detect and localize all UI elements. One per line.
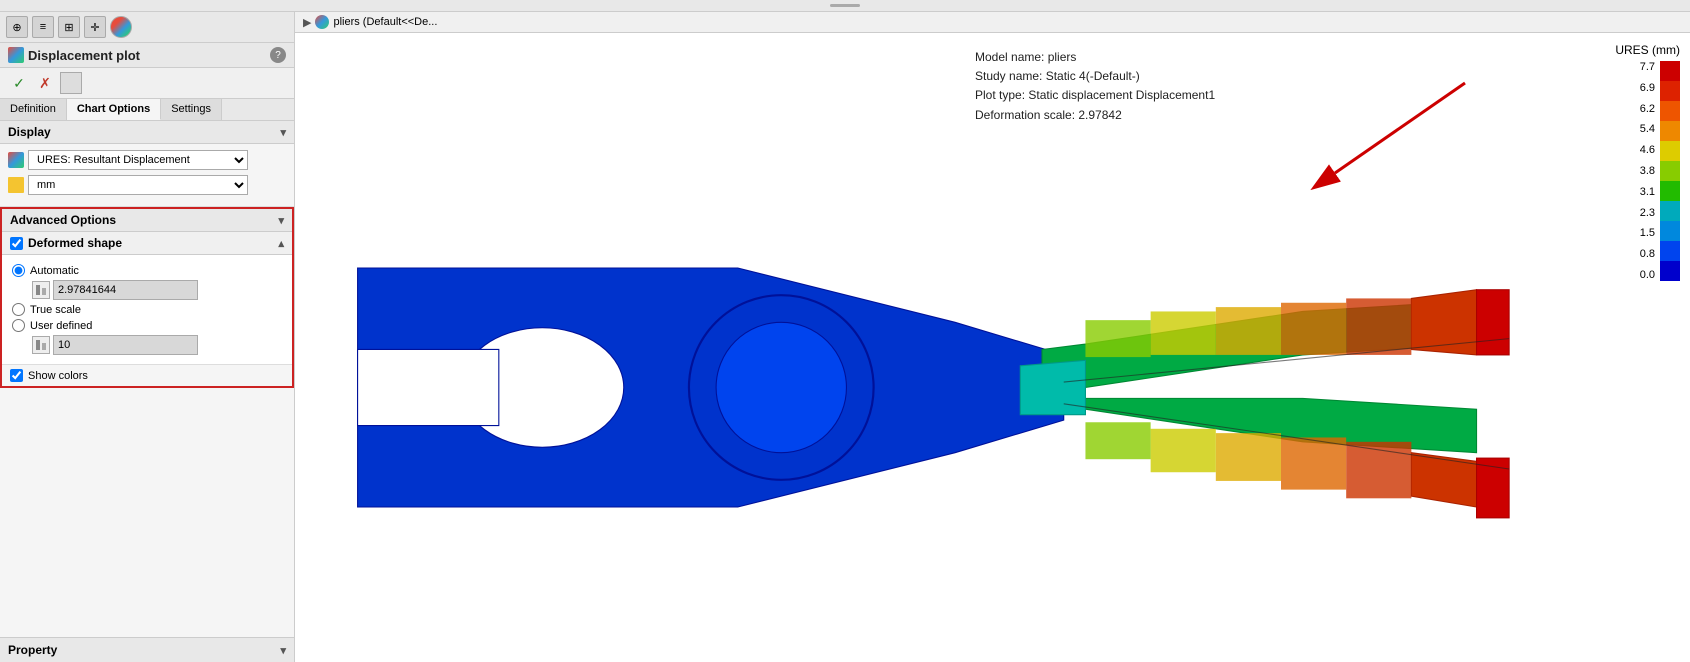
toolbar-btn-1[interactable]: ⊕ (6, 16, 28, 38)
user-defined-radio[interactable] (12, 319, 25, 332)
advanced-options-header[interactable]: Advanced Options ▾ (2, 209, 292, 232)
display-collapse-icon: ▾ (280, 126, 286, 139)
left-panel: ⊕ ≡ ⊞ ✛ Displacement plot ? ✓ ✗ Definiti… (0, 12, 295, 662)
auto-value-input[interactable] (53, 280, 198, 300)
true-scale-radio-row: True scale (12, 303, 282, 316)
display-dropdown2-icon (8, 177, 24, 193)
display-label: Display (8, 125, 51, 139)
study-name: Study name: Static 4(-Default-) (975, 67, 1215, 86)
toolbar-btn-2[interactable]: ≡ (32, 16, 54, 38)
display-type-select[interactable]: URES: Resultant Displacement (28, 150, 248, 170)
toolbar: ⊕ ≡ ⊞ ✛ (0, 12, 294, 43)
breadcrumb-icon (315, 15, 329, 29)
user-value-row (32, 335, 282, 355)
tab-chart-options[interactable]: Chart Options (67, 99, 161, 120)
plot-type: Plot type: Static displacement Displacem… (975, 86, 1215, 105)
help-button[interactable]: ? (270, 47, 286, 63)
panel-title-text: Displacement plot (28, 48, 140, 63)
deformed-shape-header: Deformed shape ▴ (2, 232, 292, 255)
property-section[interactable]: Property ▾ (0, 637, 294, 662)
toolbar-btn-5[interactable] (110, 16, 132, 38)
deformed-shape-checkbox[interactable] (10, 237, 23, 250)
breadcrumb-arrow: ▶ (303, 16, 311, 29)
auto-value-icon (32, 281, 50, 299)
tab-definition[interactable]: Definition (0, 99, 67, 120)
display-dropdown1-row: URES: Resultant Displacement (8, 150, 286, 170)
panel-icon (8, 47, 24, 63)
panel-title: Displacement plot (8, 47, 140, 63)
extra-button[interactable] (60, 72, 82, 94)
show-colors-row: Show colors (2, 364, 292, 386)
automatic-radio-row: Automatic (12, 264, 282, 277)
action-row: ✓ ✗ (0, 68, 294, 99)
automatic-label: Automatic (30, 265, 79, 277)
user-defined-label: User defined (30, 320, 92, 332)
top-handle (0, 0, 1690, 12)
property-label: Property (8, 643, 57, 657)
breadcrumb-text: pliers (Default<<De... (333, 16, 437, 28)
display-section-header[interactable]: Display ▾ (0, 121, 294, 144)
breadcrumb-bar: ▶ pliers (Default<<De... (295, 12, 1690, 33)
advanced-section: Advanced Options ▾ Deformed shape ▴ Aut (0, 207, 294, 388)
cancel-button[interactable]: ✗ (34, 72, 56, 94)
toolbar-btn-4[interactable]: ✛ (84, 16, 106, 38)
advanced-collapse-icon: ▾ (278, 214, 284, 227)
show-colors-label: Show colors (28, 370, 88, 382)
advanced-options-label: Advanced Options (10, 213, 116, 227)
fea-visualization (325, 143, 1520, 632)
user-value-icon (32, 336, 50, 354)
show-colors-checkbox[interactable] (10, 369, 23, 382)
deformed-content: Automatic True scale (2, 255, 292, 364)
display-unit-select[interactable]: mm in (28, 175, 248, 195)
true-scale-radio[interactable] (12, 303, 25, 316)
automatic-radio[interactable] (12, 264, 25, 277)
user-value-input[interactable] (53, 335, 198, 355)
tabs-row: Definition Chart Options Settings (0, 99, 294, 121)
deformed-shape-label: Deformed shape (28, 236, 122, 250)
toolbar-btn-3[interactable]: ⊞ (58, 16, 80, 38)
deformed-section: Deformed shape ▴ Automatic (2, 232, 292, 386)
tab-settings[interactable]: Settings (161, 99, 222, 120)
color-scale: URES (mm) 7.7 6.9 6.2 5.4 4.6 3.8 3.1 2.… (1615, 43, 1680, 281)
color-scale-bar (1660, 61, 1680, 281)
model-name: Model name: pliers (975, 48, 1215, 67)
true-scale-label: True scale (30, 304, 81, 316)
user-defined-radio-row: User defined (12, 319, 282, 332)
panel-title-row: Displacement plot ? (0, 43, 294, 68)
color-scale-title: URES (mm) (1615, 43, 1680, 57)
confirm-button[interactable]: ✓ (8, 72, 30, 94)
auto-value-row (32, 280, 282, 300)
property-collapse-icon: ▾ (280, 644, 286, 657)
deformed-collapse-icon: ▴ (278, 237, 284, 250)
display-section-content: URES: Resultant Displacement mm in (0, 144, 294, 207)
deformation-scale: Deformation scale: 2.97842 (975, 106, 1215, 125)
model-info: Model name: pliers Study name: Static 4(… (975, 48, 1215, 125)
display-dropdown1-icon (8, 152, 24, 168)
right-area: ▶ pliers (Default<<De... Model name: pli… (295, 12, 1690, 662)
scale-labels: 7.7 6.9 6.2 5.4 4.6 3.8 3.1 2.3 1.5 0.8 … (1640, 61, 1655, 281)
display-dropdown2-row: mm in (8, 175, 286, 195)
canvas-area: Model name: pliers Study name: Static 4(… (295, 33, 1690, 662)
